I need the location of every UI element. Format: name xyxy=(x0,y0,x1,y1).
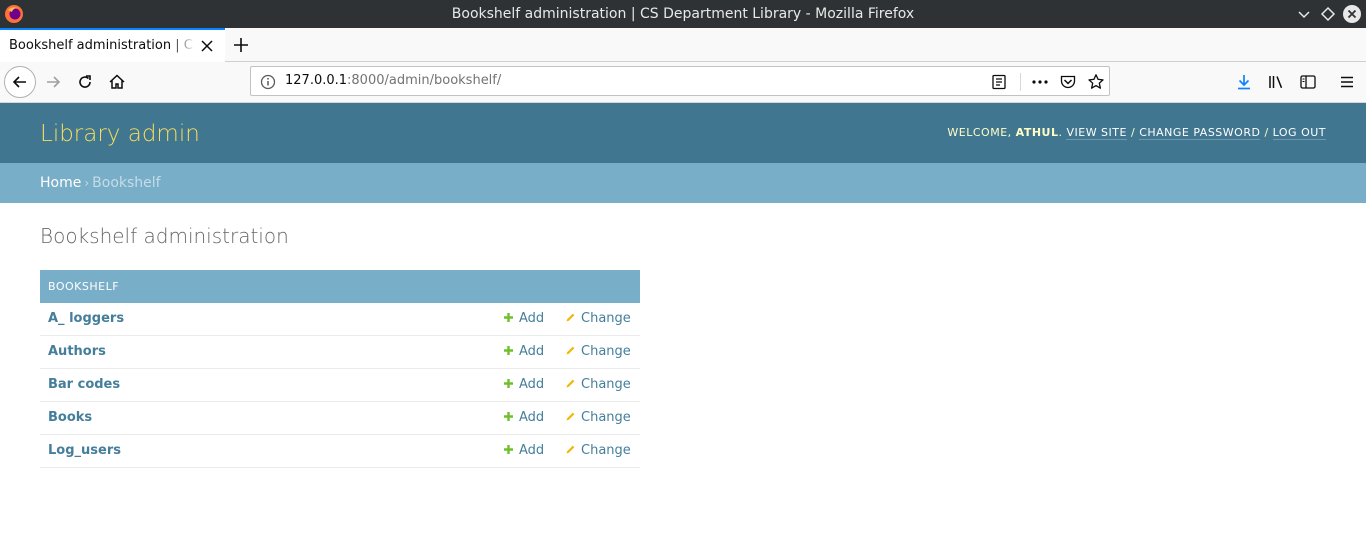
url-bar[interactable]: 127.0.0.1:8000/admin/bookshelf/ xyxy=(250,66,1110,96)
add-label: Add xyxy=(519,311,545,326)
window-titlebar: Bookshelf administration | CS Department… xyxy=(0,0,1366,28)
tab-title: Bookshelf administration | CS Department… xyxy=(9,38,194,53)
user-tools: Welcome, athul. View site / Change passw… xyxy=(947,126,1326,140)
breadcrumb-home-link[interactable]: Home xyxy=(40,175,81,191)
app-module-bookshelf: Bookshelf A_ loggers Add Change Authors Add C… xyxy=(40,270,640,468)
maximize-icon[interactable] xyxy=(1318,4,1338,24)
add-label: Add xyxy=(519,377,545,392)
library-icon xyxy=(1269,76,1283,89)
add-plus-icon xyxy=(504,411,513,421)
change-link[interactable]: Change xyxy=(565,303,631,335)
url-path: :8000/admin/bookshelf/ xyxy=(347,73,502,88)
change-password-link[interactable]: Change password xyxy=(1139,126,1261,140)
model-link[interactable]: Bar codes xyxy=(48,369,120,401)
back-arrow-icon xyxy=(12,76,26,88)
change-pencil-icon xyxy=(566,412,575,420)
add-label: Add xyxy=(519,344,545,359)
url-text[interactable]: 127.0.0.1:8000/admin/bookshelf/ xyxy=(285,67,501,95)
sidebar-icon xyxy=(1300,75,1316,89)
change-pencil-icon xyxy=(566,313,575,321)
back-button[interactable] xyxy=(4,66,36,98)
new-tab-icon[interactable] xyxy=(231,35,251,55)
minimize-icon[interactable] xyxy=(1294,4,1314,24)
pocket-icon[interactable] xyxy=(1059,73,1077,91)
change-label: Change xyxy=(581,377,631,392)
add-plus-icon xyxy=(504,378,513,388)
change-label: Change xyxy=(581,344,631,359)
downloads-button[interactable] xyxy=(1229,67,1259,97)
reload-button[interactable] xyxy=(70,67,100,97)
navigation-toolbar: 127.0.0.1:8000/admin/bookshelf/ xyxy=(0,62,1366,103)
model-list: A_ loggers Add Change Authors Add Change Bar c… xyxy=(40,303,640,468)
model-link[interactable]: A_ loggers xyxy=(48,303,124,335)
add-plus-icon xyxy=(504,444,513,454)
page-title: Bookshelf administration xyxy=(40,224,289,248)
download-icon xyxy=(1238,75,1250,90)
table-row: Books Add Change xyxy=(40,402,640,435)
page-actions-icon[interactable] xyxy=(1031,73,1049,91)
user-tools-separator: / xyxy=(1264,126,1269,139)
model-link[interactable]: Log_users xyxy=(48,435,121,467)
hamburger-menu-icon xyxy=(1341,76,1353,88)
breadcrumb-separator: › xyxy=(84,176,90,190)
table-row: A_ loggers Add Change xyxy=(40,303,640,336)
change-link[interactable]: Change xyxy=(565,369,631,401)
module-caption[interactable]: Bookshelf xyxy=(40,270,640,303)
info-icon[interactable] xyxy=(260,74,276,90)
breadcrumb-current: Bookshelf xyxy=(92,175,161,191)
add-link[interactable]: Add xyxy=(503,435,544,467)
admin-header: Library admin Welcome, athul. View site … xyxy=(0,103,1366,163)
reload-icon xyxy=(79,75,91,88)
model-link[interactable]: Authors xyxy=(48,336,106,368)
window-title: Bookshelf administration | CS Department… xyxy=(451,6,915,22)
menu-button[interactable] xyxy=(1332,67,1362,97)
add-link[interactable]: Add xyxy=(503,402,544,434)
change-label: Change xyxy=(581,410,631,425)
forward-button[interactable] xyxy=(38,67,68,97)
username: athul xyxy=(1015,126,1059,139)
forward-arrow-icon xyxy=(47,76,61,88)
reader-view-icon[interactable] xyxy=(990,73,1008,91)
close-window-icon[interactable] xyxy=(1342,4,1362,24)
home-icon xyxy=(109,74,125,89)
model-link[interactable]: Books xyxy=(48,402,92,434)
close-tab-icon[interactable] xyxy=(200,39,214,53)
site-branding[interactable]: Library admin xyxy=(40,103,200,163)
add-plus-icon xyxy=(504,345,513,355)
change-link[interactable]: Change xyxy=(565,336,631,368)
change-pencil-icon xyxy=(566,445,575,453)
change-link[interactable]: Change xyxy=(565,435,631,467)
change-label: Change xyxy=(581,443,631,458)
bookmark-star-icon[interactable] xyxy=(1087,73,1105,91)
library-button[interactable] xyxy=(1261,67,1291,97)
change-pencil-icon xyxy=(566,346,575,354)
view-site-link[interactable]: View site xyxy=(1066,126,1127,140)
add-plus-icon xyxy=(504,312,513,322)
home-button[interactable] xyxy=(102,67,132,97)
change-label: Change xyxy=(581,311,631,326)
log-out-link[interactable]: Log out xyxy=(1272,126,1326,140)
add-label: Add xyxy=(519,443,545,458)
user-tools-separator: / xyxy=(1130,126,1136,139)
welcome-text: Welcome, xyxy=(947,126,1012,139)
add-link[interactable]: Add xyxy=(503,336,544,368)
tab-strip: Bookshelf administration | CS Department… xyxy=(0,28,1366,62)
add-link[interactable]: Add xyxy=(503,369,544,401)
add-link[interactable]: Add xyxy=(503,303,544,335)
url-host: 127.0.0.1 xyxy=(285,73,348,88)
browser-tab[interactable]: Bookshelf administration | CS Department… xyxy=(0,28,225,62)
table-row: Log_users Add Change xyxy=(40,435,640,468)
change-link[interactable]: Change xyxy=(565,402,631,434)
breadcrumb: Home › Bookshelf xyxy=(0,163,1366,203)
table-row: Authors Add Change xyxy=(40,336,640,369)
change-pencil-icon xyxy=(566,379,575,387)
add-label: Add xyxy=(519,410,545,425)
sidebar-button[interactable] xyxy=(1293,67,1323,97)
table-row: Bar codes Add Change xyxy=(40,369,640,402)
